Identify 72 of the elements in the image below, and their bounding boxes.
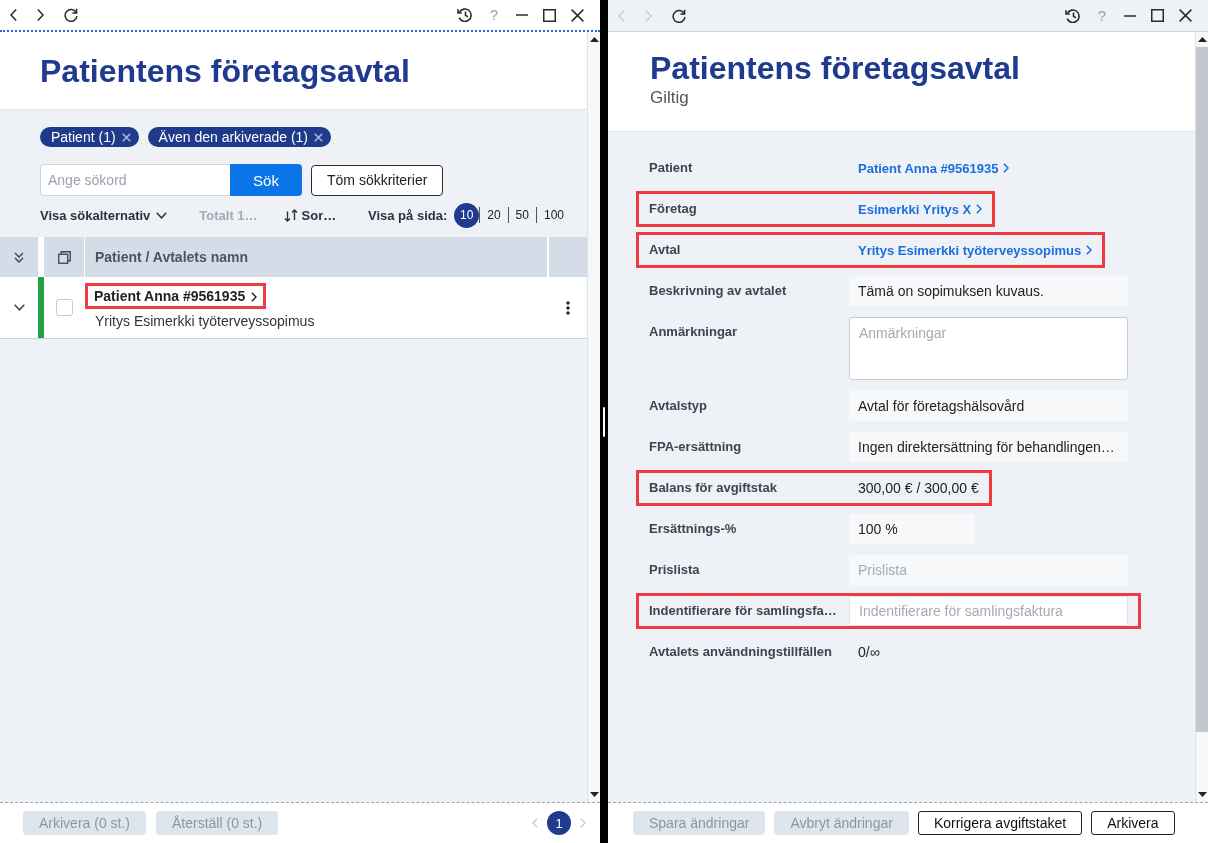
sort-icon[interactable]: [283, 208, 298, 222]
text-area[interactable]: Anmärkningar: [849, 317, 1128, 380]
double-chevron-down-icon[interactable]: [14, 251, 24, 263]
field-link[interactable]: Yritys Esimerkki työterveyssopimus: [849, 235, 1093, 265]
chevron-down-icon[interactable]: [13, 304, 25, 311]
read-only-field[interactable]: 100 %: [849, 514, 975, 544]
read-only-field[interactable]: Prislista: [849, 555, 1128, 585]
chevron-right-icon[interactable]: [251, 291, 258, 302]
footer-button[interactable]: Arkivera: [1091, 811, 1175, 835]
field-label: Avtalets användningstillfällen: [649, 643, 833, 661]
page-title: Patientens företagsavtal: [40, 51, 410, 90]
scrollbar[interactable]: [587, 32, 600, 802]
field-label: Ersättnings-%: [649, 520, 738, 538]
field-label: FPA-ersättning: [649, 438, 743, 456]
page-size-label: Visa på sida:: [368, 207, 448, 223]
close-icon[interactable]: [1179, 9, 1192, 22]
history-icon[interactable]: [457, 8, 472, 22]
agreement-name: Yritys Esimerkki työterveyssopimus: [95, 313, 315, 329]
field-value: 0/∞: [857, 643, 880, 662]
field-label: Anmärkningar: [649, 323, 739, 341]
page-size-option[interactable]: 100: [536, 202, 571, 228]
sort-button[interactable]: Sor…: [283, 207, 337, 223]
field-value: 300,00 € / 300,00 €: [857, 479, 979, 498]
table-row[interactable]: Patient Anna #9561935 Yritys Esimerkki työterveyssopimus: [0, 277, 587, 339]
patient-link[interactable]: Patient Anna #9561935: [94, 288, 258, 305]
page-button[interactable]: 1: [547, 811, 571, 835]
field-label: Beskrivning av avtalet: [649, 282, 788, 300]
status-text: Giltig: [650, 88, 689, 108]
page-size-option[interactable]: 10: [454, 202, 480, 228]
reload-icon[interactable]: [672, 8, 686, 23]
read-only-field[interactable]: Ingen direktersättning för behandlingen…: [849, 432, 1128, 462]
clear-criteria-button[interactable]: Töm sökkriterier: [311, 164, 444, 196]
close-icon[interactable]: [571, 8, 584, 22]
search-field[interactable]: Ange sökord: [40, 164, 230, 196]
chevron-right-icon[interactable]: [37, 9, 44, 21]
page-size-option[interactable]: 50: [508, 202, 536, 228]
minimize-icon[interactable]: [1124, 14, 1136, 17]
search-options-toggle[interactable]: Visa sökalternativ: [40, 207, 168, 223]
field-label: Prislista: [649, 561, 701, 579]
page-size-option[interactable]: 20: [480, 202, 508, 228]
filter-chip[interactable]: Patient (1): [40, 127, 139, 147]
reload-icon[interactable]: [64, 8, 78, 22]
triangle-up-icon[interactable]: [589, 37, 599, 42]
field-link[interactable]: Esimerkki Yritys X: [849, 194, 983, 224]
triangle-up-icon[interactable]: [1197, 37, 1207, 42]
triangle-down-icon[interactable]: [589, 792, 599, 797]
field-link[interactable]: Patient Anna #9561935: [849, 153, 1010, 183]
field-label: Balans för avgiftstak: [649, 479, 778, 497]
field-label: Indentifierare för samlingsfa…: [649, 602, 838, 620]
chevron-down-icon[interactable]: [156, 211, 168, 219]
maximize-icon[interactable]: [1151, 9, 1164, 22]
field-label: Avtal: [649, 241, 682, 259]
field-label: Avtalstyp: [649, 397, 709, 415]
maximize-icon[interactable]: [543, 8, 556, 22]
triangle-down-icon[interactable]: [1197, 792, 1207, 797]
filter-chip[interactable]: Även den arkiverade (1): [147, 127, 331, 147]
read-only-field[interactable]: Tämä on sopimuksen kuvaus.: [849, 276, 1128, 306]
search-button[interactable]: Sök: [230, 164, 302, 196]
history-icon[interactable]: [1065, 8, 1080, 23]
stacked-squares-icon[interactable]: [57, 250, 71, 264]
checkbox[interactable]: [55, 299, 73, 316]
field-label: Företag: [649, 200, 698, 218]
footer-button[interactable]: Korrigera avgiftstaket: [917, 811, 1083, 835]
field-label: Patient: [649, 159, 694, 177]
scrollbar-thumb[interactable]: [1196, 47, 1208, 732]
read-only-field[interactable]: Avtal för företagshälsovård: [849, 391, 1128, 421]
input-field[interactable]: Indentifierare för samlingsfaktura: [849, 596, 1128, 626]
scrollbar[interactable]: [1195, 32, 1208, 802]
total-count: Totalt 1…: [199, 207, 258, 223]
chevron-left-icon[interactable]: [10, 9, 17, 21]
page-title: Patientens företagsavtal: [650, 49, 1020, 87]
more-icon[interactable]: [566, 300, 570, 315]
